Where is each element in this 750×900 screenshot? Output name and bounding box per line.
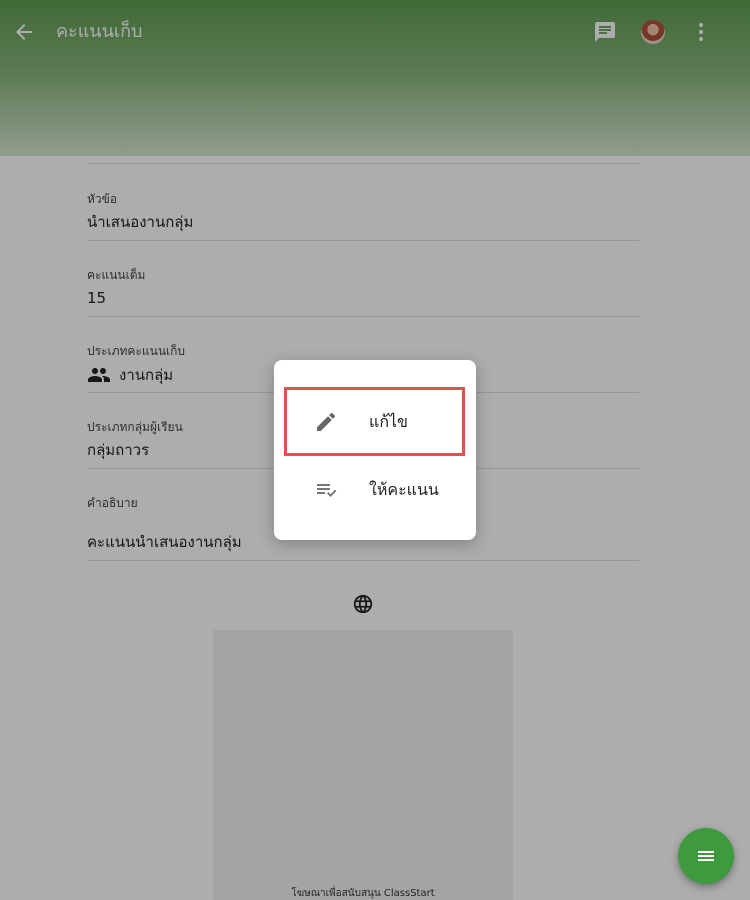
edit-icon [317, 412, 336, 431]
menu-item-label: ให้คะแนน [369, 480, 439, 499]
menu-item-label: แก้ไข [369, 412, 408, 431]
grade-list-icon [317, 484, 337, 497]
menu-item-edit[interactable]: แก้ไข [274, 394, 476, 450]
menu-fab-button[interactable] [678, 828, 734, 884]
menu-icon [698, 851, 714, 861]
action-menu: แก้ไข ให้คะแนน [274, 360, 476, 540]
assignment-detail-page: คะแนนเก็บ หัวข้อ นำเสนองานกลุ่ม คะแนนเต็… [0, 0, 750, 900]
menu-item-grade[interactable]: ให้คะแนน [274, 462, 476, 518]
